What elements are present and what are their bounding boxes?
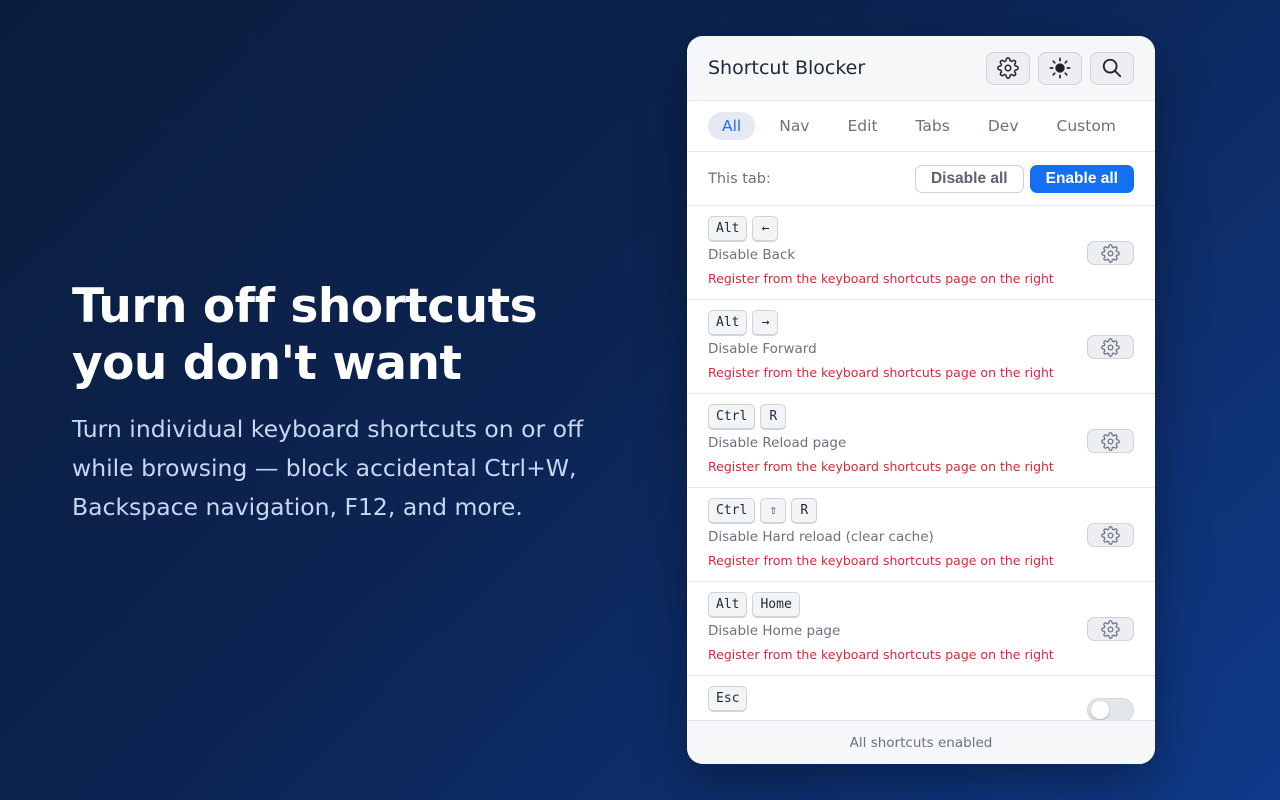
keycap: Esc [708,686,748,712]
keycap: Alt [708,592,748,618]
keycap: Ctrl [708,404,756,430]
toggle-knob [1091,701,1109,719]
gear-icon [1101,619,1120,639]
key-combo: Alt → [708,310,1134,336]
extension-popup: Shortcut Blocker All Nav Edit Tabs Dev C… [687,36,1155,764]
shortcut-warning: Register from the keyboard shortcuts pag… [708,647,1054,662]
tab-dev[interactable]: Dev [974,112,1033,140]
shortcut-row-reload: Ctrl R Disable Reload page Register from… [687,394,1155,488]
hero-title: Turn off shortcuts you don't want [72,279,538,391]
tab-all[interactable]: All [708,112,756,140]
shortcut-warning: Register from the keyboard shortcuts pag… [708,459,1054,474]
keycap: Alt [708,216,748,242]
shortcut-row-hard-reload: Ctrl ⇧ R Disable Hard reload (clear cach… [687,488,1155,582]
shortcut-settings-button[interactable] [1087,523,1134,547]
popup-title: Shortcut Blocker [708,57,866,79]
shortcut-settings-button[interactable] [1087,335,1134,359]
keycap: → [752,310,779,336]
shortcut-label: Disable Hard reload (clear cache) [708,529,934,545]
shortcut-settings-button[interactable] [1087,617,1134,641]
tab-edit[interactable]: Edit [834,112,892,140]
shortcut-list: Alt ← Disable Back Register from the key… [687,206,1155,721]
tab-custom[interactable]: Custom [1043,112,1130,140]
shortcut-toggle[interactable] [1087,698,1134,721]
key-combo: Alt ← [708,216,1134,242]
shortcut-warning: Register from the keyboard shortcuts pag… [708,365,1054,380]
gear-icon [1101,431,1120,451]
status-footer: All shortcuts enabled [687,720,1155,764]
gear-icon [1101,525,1120,545]
keycap: ← [752,216,779,242]
gear-icon [997,57,1019,79]
sun-icon [1049,57,1071,79]
shortcut-settings-button[interactable] [1087,241,1134,265]
this-tab-label: This tab: [708,170,771,187]
hero-section: Turn off shortcuts you don't want Turn i… [72,278,632,527]
shortcut-row-back: Alt ← Disable Back Register from the key… [687,206,1155,300]
shortcut-label: Disable Reload page [708,435,847,451]
hero-subtitle: Turn individual keyboard shortcuts on or… [72,415,584,521]
this-tab-bar: This tab: Disable all Enable all [687,152,1155,206]
tab-nav[interactable]: Nav [765,112,823,140]
gear-icon [1101,337,1120,357]
shortcut-label: Disable Back [708,247,796,263]
key-combo: Alt Home [708,592,1134,618]
keycap: Home [752,592,800,618]
settings-button[interactable] [986,51,1030,85]
keycap: R [760,404,787,430]
keycap: ⇧ [760,498,787,524]
popup-header: Shortcut Blocker [687,36,1155,101]
category-tabs: All Nav Edit Tabs Dev Custom [687,101,1155,152]
keycap: R [791,498,818,524]
shortcut-label: Disable Forward [708,341,817,357]
gear-icon [1101,243,1120,263]
shortcut-label: Disable Home page [708,623,841,639]
shortcut-settings-button[interactable] [1087,429,1134,453]
shortcut-row-forward: Alt → Disable Forward Register from the … [687,300,1155,394]
search-icon [1102,58,1122,78]
shortcut-row-home: Alt Home Disable Home page Register from… [687,582,1155,676]
search-button[interactable] [1090,51,1134,85]
enable-all-button[interactable]: Enable all [1029,164,1134,193]
theme-toggle-button[interactable] [1038,51,1082,85]
tab-tabs[interactable]: Tabs [902,112,964,140]
key-combo: Ctrl ⇧ R [708,498,1134,524]
shortcut-row-esc: Esc [687,676,1155,721]
key-combo: Ctrl R [708,404,1134,430]
disable-all-button[interactable]: Disable all [914,164,1024,193]
keycap: Ctrl [708,498,756,524]
key-combo: Esc [708,686,1134,712]
shortcut-warning: Register from the keyboard shortcuts pag… [708,553,1054,568]
keycap: Alt [708,310,748,336]
shortcut-warning: Register from the keyboard shortcuts pag… [708,271,1054,286]
